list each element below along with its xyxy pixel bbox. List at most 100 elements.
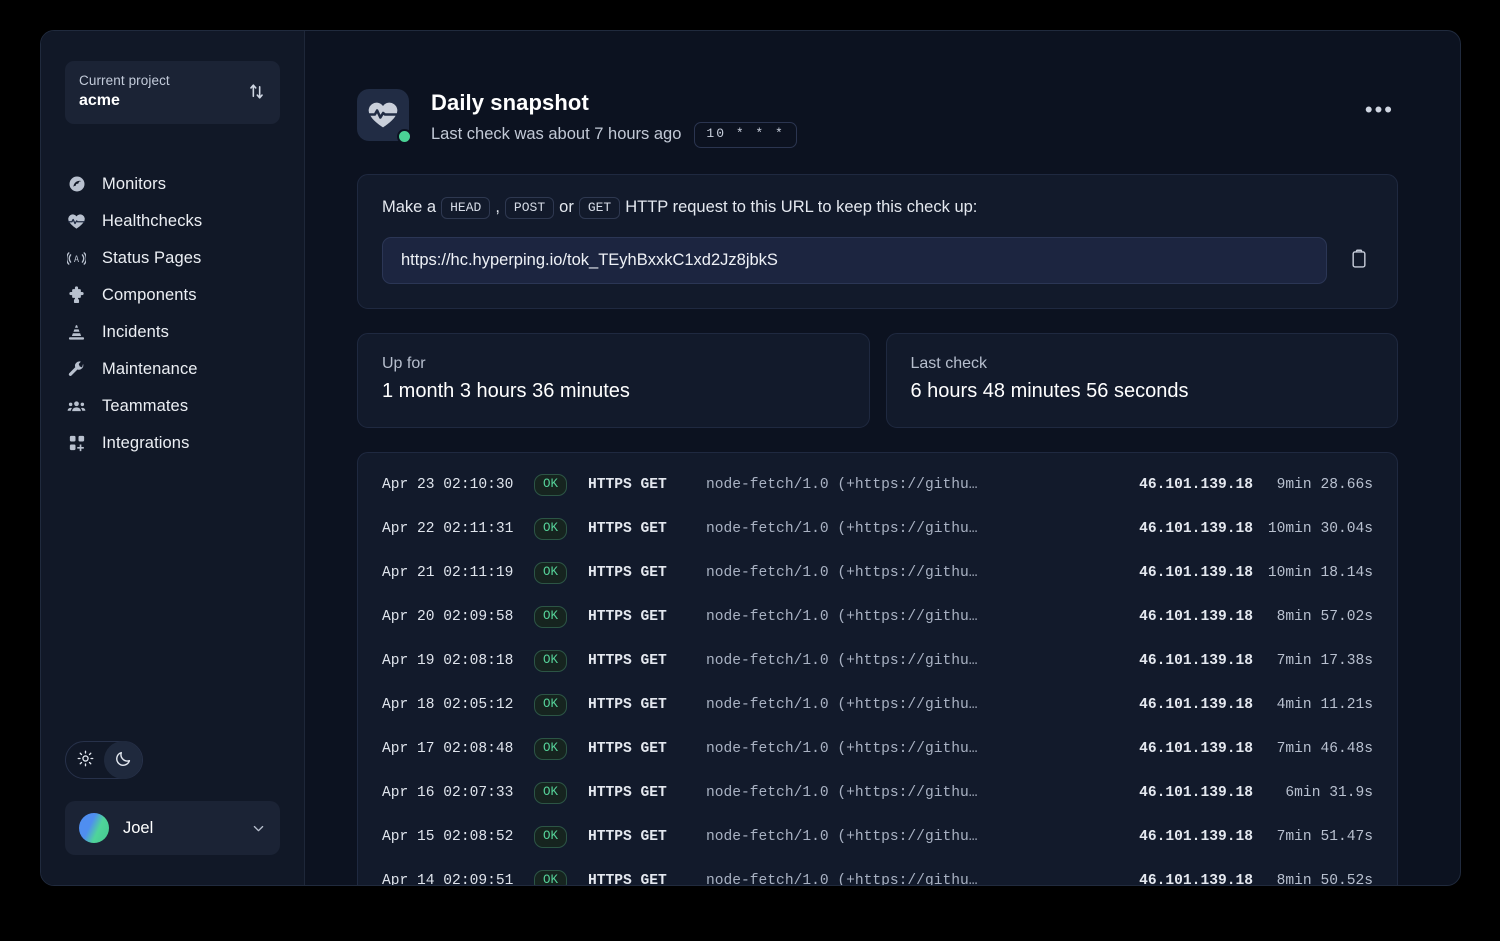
sidebar-item-status-pages[interactable]: A Status Pages [41, 240, 304, 277]
table-row[interactable]: Apr 17 02:08:48 OK HTTPS GET node-fetch/… [382, 727, 1373, 771]
sidebar-item-components[interactable]: Components [41, 277, 304, 314]
log-status: OK [534, 781, 588, 805]
log-time: Apr 18 02:05:12 [382, 696, 514, 713]
table-row[interactable]: Apr 14 02:09:51 OK HTTPS GET node-fetch/… [382, 859, 1373, 885]
table-row[interactable]: Apr 16 02:07:33 OK HTTPS GET node-fetch/… [382, 771, 1373, 815]
log-time: Apr 19 02:08:18 [382, 652, 514, 669]
moon-icon [114, 750, 132, 771]
log-method: HTTPS GET [588, 476, 667, 493]
sidebar-item-healthchecks[interactable]: Healthchecks [41, 203, 304, 240]
log-method: HTTPS GET [588, 696, 667, 713]
log-time: Apr 15 02:08:52 [382, 828, 514, 845]
log-status: OK [534, 473, 588, 497]
log-user-agent: node-fetch/1.0 (+https://githu… [706, 696, 978, 713]
table-row[interactable]: Apr 18 02:05:12 OK HTTPS GET node-fetch/… [382, 683, 1373, 727]
log-method: HTTPS GET [588, 872, 667, 885]
more-options-button[interactable]: ••• [1361, 99, 1398, 121]
project-label: Current project [79, 73, 170, 88]
cone-icon [67, 323, 86, 342]
copy-url-button[interactable] [1345, 246, 1373, 274]
table-row[interactable]: Apr 15 02:08:52 OK HTTPS GET node-fetch/… [382, 815, 1373, 859]
log-ip: 46.101.139.18 [1139, 476, 1253, 493]
log-duration: 9min 28.66s [1276, 476, 1373, 493]
avatar [79, 813, 109, 843]
check-url-input[interactable] [382, 236, 1327, 284]
method-pill-head[interactable]: HEAD [441, 196, 491, 219]
url-instruction: Make a HEAD , POST or GET HTTP request t… [382, 196, 1373, 219]
log-user-agent: node-fetch/1.0 (+https://githu… [706, 872, 978, 885]
sidebar-item-label: Maintenance [102, 359, 198, 378]
people-icon [67, 397, 86, 416]
status-badge: OK [534, 473, 568, 497]
sidebar-item-monitors[interactable]: Monitors [41, 166, 304, 203]
url-row [382, 236, 1373, 284]
sidebar: Current project acme Monitors Healthchec… [41, 31, 305, 885]
log-ip: 46.101.139.18 [1139, 696, 1253, 713]
theme-toggle[interactable] [65, 741, 143, 779]
method-pill-get[interactable]: GET [578, 196, 621, 219]
table-row[interactable]: Apr 22 02:11:31 OK HTTPS GET node-fetch/… [382, 507, 1373, 551]
log-status: OK [534, 693, 588, 717]
log-time: Apr 22 02:11:31 [382, 520, 514, 537]
user-menu[interactable]: Joel [65, 801, 280, 855]
log-status: OK [534, 825, 588, 849]
stat-cards: Up for 1 month 3 hours 36 minutes Last c… [357, 332, 1398, 428]
sidebar-item-teammates[interactable]: Teammates [41, 388, 304, 425]
log-ip: 46.101.139.18 [1139, 652, 1253, 669]
log-duration: 7min 17.38s [1276, 652, 1373, 669]
table-row[interactable]: Apr 21 02:11:19 OK HTTPS GET node-fetch/… [382, 551, 1373, 595]
table-row[interactable]: Apr 19 02:08:18 OK HTTPS GET node-fetch/… [382, 639, 1373, 683]
log-user-agent: node-fetch/1.0 (+https://githu… [706, 564, 978, 581]
log-status: OK [534, 561, 588, 585]
chevron-down-icon [251, 821, 266, 836]
project-switcher[interactable]: Current project acme [65, 61, 280, 124]
log-duration: 4min 11.21s [1276, 696, 1373, 713]
sidebar-item-integrations[interactable]: Integrations [41, 425, 304, 462]
project-value: acme [79, 91, 120, 109]
wrench-icon [67, 360, 86, 379]
sidebar-nav: Monitors Healthchecks A Status Pages Com… [41, 166, 304, 462]
status-badge: OK [534, 781, 568, 805]
log-method: HTTPS GET [588, 520, 667, 537]
status-badge: OK [534, 825, 568, 849]
status-indicator-dot [397, 129, 412, 144]
project-switcher-text: Current project acme [79, 73, 170, 111]
log-ip: 46.101.139.18 [1139, 872, 1253, 885]
instruction-prefix: Make a [382, 198, 437, 217]
status-badge: OK [534, 693, 568, 717]
status-badge: OK [534, 869, 568, 885]
stat-card-up-for: Up for 1 month 3 hours 36 minutes [357, 332, 870, 428]
sidebar-item-maintenance[interactable]: Maintenance [41, 351, 304, 388]
sidebar-item-incidents[interactable]: Incidents [41, 314, 304, 351]
table-row[interactable]: Apr 23 02:10:30 OK HTTPS GET node-fetch/… [382, 463, 1373, 507]
stat-value: 6 hours 48 minutes 56 seconds [910, 379, 1189, 402]
status-badge: OK [534, 561, 568, 585]
stat-value: 1 month 3 hours 36 minutes [382, 379, 630, 402]
theme-light-button[interactable] [66, 741, 104, 779]
log-user-agent: node-fetch/1.0 (+https://githu… [706, 520, 978, 537]
puzzle-icon [67, 286, 86, 305]
instruction-conjunction: or [559, 198, 574, 217]
sort-arrows-icon [247, 82, 266, 101]
sun-icon [77, 750, 94, 770]
log-status: OK [534, 649, 588, 673]
table-row[interactable]: Apr 20 02:09:58 OK HTTPS GET node-fetch/… [382, 595, 1373, 639]
log-method: HTTPS GET [588, 784, 667, 801]
log-ip: 46.101.139.18 [1139, 608, 1253, 625]
log-status: OK [534, 737, 588, 761]
method-pill-post[interactable]: POST [504, 196, 555, 219]
grid-plus-icon [67, 434, 86, 453]
sidebar-item-label: Monitors [102, 174, 167, 193]
check-avatar [357, 89, 412, 144]
user-name: Joel [123, 818, 154, 837]
log-duration: 7min 46.48s [1276, 740, 1373, 757]
status-badge[interactable]: 10 * * * [694, 122, 797, 148]
log-time: Apr 20 02:09:58 [382, 608, 514, 625]
stat-label: Up for [382, 354, 426, 372]
log-time: Apr 21 02:11:19 [382, 564, 514, 581]
theme-dark-button[interactable] [104, 741, 142, 779]
status-badge: OK [534, 649, 568, 673]
log-method: HTTPS GET [588, 828, 667, 845]
log-ip: 46.101.139.18 [1139, 828, 1253, 845]
log-time: Apr 16 02:07:33 [382, 784, 514, 801]
